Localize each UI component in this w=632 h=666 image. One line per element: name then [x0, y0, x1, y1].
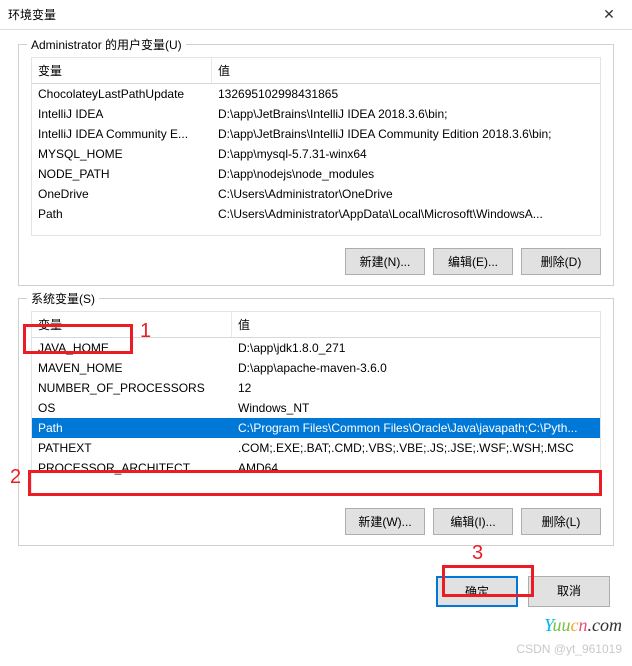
val-cell: D:\app\mysql-5.7.31-winx64 — [212, 146, 600, 162]
watermark: Yuucn.com — [544, 615, 622, 636]
var-cell: Path — [32, 420, 232, 436]
var-cell: NODE_PATH — [32, 166, 212, 182]
user-buttons: 新建(N)... 编辑(E)... 删除(D) — [31, 248, 601, 275]
val-cell: Windows_NT — [232, 400, 600, 416]
val-cell: D:\app\jdk1.8.0_271 — [232, 340, 600, 356]
val-cell: D:\app\nodejs\node_modules — [212, 166, 600, 182]
user-vars-group: Administrator 的用户变量(U) 变量 值 ChocolateyLa… — [18, 44, 614, 286]
sys-header-val[interactable]: 值 — [232, 312, 600, 337]
table-row[interactable]: PathC:\Users\Administrator\AppData\Local… — [32, 204, 600, 224]
user-header-val[interactable]: 值 — [212, 58, 600, 83]
table-row[interactable]: MYSQL_HOMED:\app\mysql-5.7.31-winx64 — [32, 144, 600, 164]
sys-vars-header: 变量 值 — [31, 311, 601, 338]
cancel-button[interactable]: 取消 — [528, 576, 610, 607]
val-cell: AMD64 — [232, 460, 600, 476]
sys-vars-list[interactable]: JAVA_HOMED:\app\jdk1.8.0_271MAVEN_HOMED:… — [31, 338, 601, 496]
sys-vars-group: 系统变量(S) 变量 值 JAVA_HOMED:\app\jdk1.8.0_27… — [18, 298, 614, 546]
table-row[interactable]: PATHEXT.COM;.EXE;.BAT;.CMD;.VBS;.VBE;.JS… — [32, 438, 600, 458]
user-del-button[interactable]: 删除(D) — [521, 248, 601, 275]
dialog-footer: 确定 取消 — [0, 568, 632, 621]
close-icon[interactable]: ✕ — [594, 6, 624, 23]
table-row[interactable]: IntelliJ IDEA Community E...D:\app\JetBr… — [32, 124, 600, 144]
var-cell: MAVEN_HOME — [32, 360, 232, 376]
table-row[interactable]: NUMBER_OF_PROCESSORS12 — [32, 378, 600, 398]
var-cell: IntelliJ IDEA Community E... — [32, 126, 212, 142]
user-new-button[interactable]: 新建(N)... — [345, 248, 425, 275]
table-row[interactable]: MAVEN_HOMED:\app\apache-maven-3.6.0 — [32, 358, 600, 378]
sys-vars-legend: 系统变量(S) — [27, 290, 99, 307]
var-cell: MYSQL_HOME — [32, 146, 212, 162]
table-row[interactable]: OSWindows_NT — [32, 398, 600, 418]
user-header-var[interactable]: 变量 — [32, 58, 212, 83]
table-row[interactable]: IntelliJ IDEAD:\app\JetBrains\IntelliJ I… — [32, 104, 600, 124]
user-vars-header: 变量 值 — [31, 57, 601, 84]
sys-del-button[interactable]: 删除(L) — [521, 508, 601, 535]
table-row[interactable]: PathC:\Program Files\Common Files\Oracle… — [32, 418, 600, 438]
content-area: Administrator 的用户变量(U) 变量 值 ChocolateyLa… — [0, 30, 632, 568]
user-vars-legend: Administrator 的用户变量(U) — [27, 36, 186, 53]
window-title: 环境变量 — [8, 6, 594, 23]
table-row[interactable]: JAVA_HOMED:\app\jdk1.8.0_271 — [32, 338, 600, 358]
val-cell: .COM;.EXE;.BAT;.CMD;.VBS;.VBE;.JS;.JSE;.… — [232, 440, 600, 456]
val-cell: 132695102998431865 — [212, 86, 600, 102]
val-cell: D:\app\apache-maven-3.6.0 — [232, 360, 600, 376]
val-cell: D:\app\JetBrains\IntelliJ IDEA 2018.3.6\… — [212, 106, 600, 122]
user-edit-button[interactable]: 编辑(E)... — [433, 248, 513, 275]
val-cell: C:\Program Files\Common Files\Oracle\Jav… — [232, 420, 600, 436]
var-cell: OneDrive — [32, 186, 212, 202]
var-cell: JAVA_HOME — [32, 340, 232, 356]
var-cell: PATHEXT — [32, 440, 232, 456]
var-cell: Path — [32, 206, 212, 222]
val-cell: D:\app\JetBrains\IntelliJ IDEA Community… — [212, 126, 600, 142]
val-cell: C:\Users\Administrator\OneDrive — [212, 186, 600, 202]
table-row[interactable]: NODE_PATHD:\app\nodejs\node_modules — [32, 164, 600, 184]
table-row[interactable]: PROCESSOR_ARCHITECT...AMD64 — [32, 458, 600, 478]
titlebar: 环境变量 ✕ — [0, 0, 632, 30]
var-cell: PROCESSOR_ARCHITECT... — [32, 460, 232, 476]
var-cell: OS — [32, 400, 232, 416]
table-row[interactable]: ChocolateyLastPathUpdate1326951029984318… — [32, 84, 600, 104]
sys-edit-button[interactable]: 编辑(I)... — [433, 508, 513, 535]
sys-new-button[interactable]: 新建(W)... — [345, 508, 425, 535]
table-row[interactable]: OneDriveC:\Users\Administrator\OneDrive — [32, 184, 600, 204]
val-cell: C:\Users\Administrator\AppData\Local\Mic… — [212, 206, 600, 222]
sys-buttons: 新建(W)... 编辑(I)... 删除(L) — [31, 508, 601, 535]
var-cell: NUMBER_OF_PROCESSORS — [32, 380, 232, 396]
val-cell: 12 — [232, 380, 600, 396]
var-cell: ChocolateyLastPathUpdate — [32, 86, 212, 102]
sys-header-var[interactable]: 变量 — [32, 312, 232, 337]
var-cell: IntelliJ IDEA — [32, 106, 212, 122]
ok-button[interactable]: 确定 — [436, 576, 518, 607]
credit-text: CSDN @yt_961019 — [516, 642, 622, 656]
user-vars-list[interactable]: ChocolateyLastPathUpdate1326951029984318… — [31, 84, 601, 236]
